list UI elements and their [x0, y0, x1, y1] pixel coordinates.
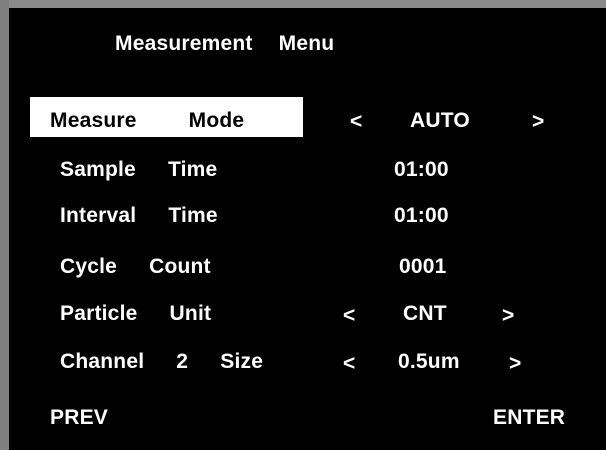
particle-unit-prev-arrow-icon[interactable]: < — [343, 303, 355, 329]
lcd-screen: Measurement Menu Measure Mode < AUTO > S… — [0, 0, 606, 450]
menu-title: Measurement Menu — [115, 32, 335, 55]
menu-item-sample-time-label[interactable]: Sample Time — [60, 157, 217, 183]
measure-mode-next-arrow-icon[interactable]: > — [532, 109, 544, 135]
screen-frame-left — [0, 0, 9, 450]
channel-size-prev-arrow-icon[interactable]: < — [343, 351, 355, 377]
menu-item-cycle-count-label[interactable]: Cycle Count — [60, 254, 211, 280]
cycle-count-value[interactable]: 0001 — [399, 254, 447, 280]
particle-unit-value[interactable]: CNT — [403, 301, 447, 327]
enter-softkey[interactable]: ENTER — [493, 405, 565, 431]
interval-time-value[interactable]: 01:00 — [394, 203, 449, 229]
menu-item-channel-2-size-label[interactable]: Channel 2 Size — [60, 349, 263, 375]
prev-softkey[interactable]: PREV — [50, 405, 108, 431]
screen-frame-top — [0, 0, 606, 8]
menu-item-interval-time-label[interactable]: Interval Time — [60, 203, 218, 229]
menu-item-measure-mode-label[interactable]: Measure Mode — [50, 108, 244, 134]
measure-mode-value[interactable]: AUTO — [410, 108, 470, 134]
channel-size-next-arrow-icon[interactable]: > — [509, 351, 521, 377]
particle-unit-next-arrow-icon[interactable]: > — [502, 303, 514, 329]
channel-2-size-value[interactable]: 0.5um — [398, 349, 460, 375]
menu-item-particle-unit-label[interactable]: Particle Unit — [60, 301, 211, 327]
measure-mode-prev-arrow-icon[interactable]: < — [350, 109, 362, 135]
sample-time-value[interactable]: 01:00 — [394, 157, 449, 183]
